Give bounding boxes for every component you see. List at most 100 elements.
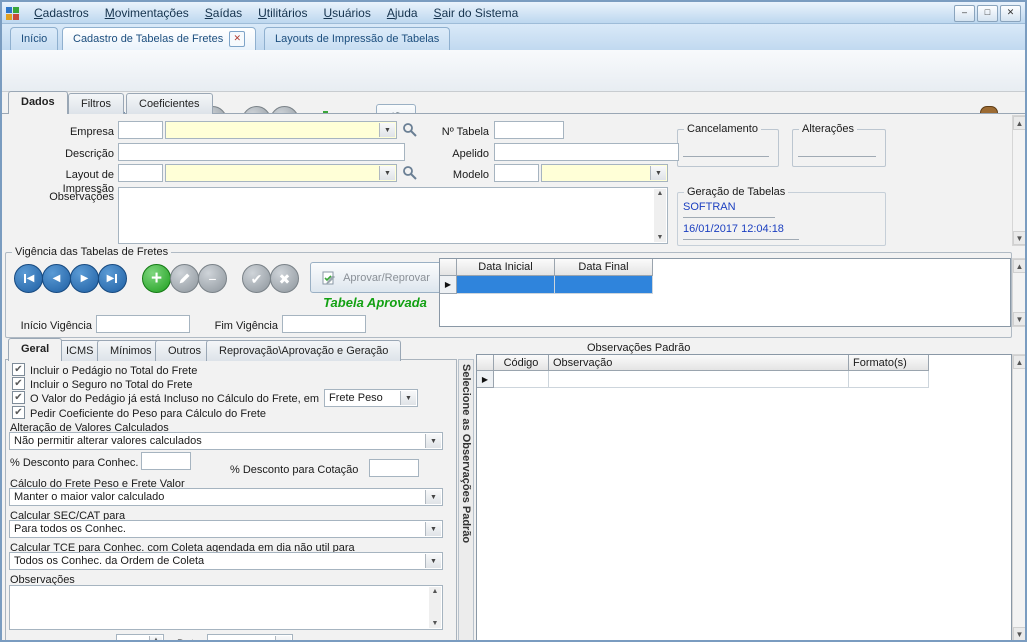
tab-reprovacao-aprovacao[interactable]: Reprovação\Aprovação e Geração bbox=[206, 340, 401, 361]
tab-cadastro-tabelas-fretes[interactable]: Cadastro de Tabelas de Fretes ✕ bbox=[62, 27, 256, 50]
layout-combo[interactable]: ▼ bbox=[165, 164, 397, 182]
descricao-field[interactable] bbox=[118, 143, 405, 161]
vigencia-last-button[interactable]: ▶ bbox=[98, 264, 127, 293]
menu-utilitarios[interactable]: Utilitários bbox=[250, 4, 315, 22]
x-icon: ✖ bbox=[279, 272, 291, 286]
vigencia-add-button[interactable]: + bbox=[142, 264, 171, 293]
scroll-down-icon[interactable]: ▼ bbox=[1013, 312, 1026, 326]
calculo-frete-combo[interactable]: Manter o maior valor calculado ▼ bbox=[9, 488, 443, 506]
inicio-vigencia-field[interactable] bbox=[96, 315, 190, 333]
empresa-code-field[interactable] bbox=[118, 121, 163, 139]
geral-observacoes-memo[interactable]: ▲ ▼ bbox=[9, 585, 443, 630]
vigencia-confirm-button[interactable]: ✔ bbox=[242, 264, 271, 293]
tab-geral[interactable]: Geral bbox=[8, 338, 62, 361]
tab-inicio[interactable]: Início bbox=[10, 27, 58, 50]
desconto-cotacao-field[interactable] bbox=[369, 459, 419, 477]
cell-codigo[interactable] bbox=[494, 371, 549, 388]
menu-saidas[interactable]: Saídas bbox=[197, 4, 250, 22]
checkbox-coeficiente-peso[interactable]: ✔ bbox=[12, 406, 25, 419]
menu-sair[interactable]: Sair do Sistema bbox=[426, 4, 527, 22]
form-scrollbar[interactable]: ▲ ▼ bbox=[1012, 115, 1027, 246]
scroll-up-icon[interactable]: ▲ bbox=[1013, 116, 1026, 130]
dropdown-icon[interactable]: ▼ bbox=[425, 554, 441, 568]
dropdown-icon[interactable]: ▼ bbox=[650, 166, 666, 180]
tab-dados[interactable]: Dados bbox=[8, 91, 68, 114]
scroll-down-icon[interactable]: ▼ bbox=[432, 620, 439, 627]
memo-scrollbar[interactable]: ▲ ▼ bbox=[654, 189, 666, 242]
ntabela-field[interactable] bbox=[494, 121, 564, 139]
empresa-combo[interactable]: ▼ bbox=[165, 121, 397, 139]
maximize-button[interactable]: □ bbox=[977, 5, 998, 22]
dropdown-icon[interactable]: ▼ bbox=[425, 522, 441, 536]
observacoes-memo[interactable]: ▲ ▼ bbox=[118, 187, 668, 244]
tab-inicio-label: Início bbox=[21, 29, 47, 50]
scroll-up-icon[interactable]: ▲ bbox=[1013, 355, 1026, 369]
dropdown-icon[interactable]: ▼ bbox=[275, 636, 291, 642]
layout-lookup-icon[interactable] bbox=[402, 165, 418, 181]
scroll-down-icon[interactable]: ▼ bbox=[1013, 231, 1026, 245]
cell-observacao[interactable] bbox=[549, 371, 849, 388]
dropdown-icon[interactable]: ▼ bbox=[379, 166, 395, 180]
col-codigo[interactable]: Código bbox=[494, 355, 549, 371]
vigencia-grid-scrollbar[interactable]: ▲ ▼ bbox=[1012, 258, 1027, 327]
vigencia-first-button[interactable]: ◀ bbox=[14, 264, 43, 293]
vigencia-delete-button[interactable]: − bbox=[198, 264, 227, 293]
tab-coeficientes[interactable]: Coeficientes bbox=[126, 93, 213, 114]
pedagio-incluso-combo[interactable]: Frete Peso ▼ bbox=[324, 389, 418, 407]
dropdown-icon[interactable]: ▼ bbox=[425, 490, 441, 504]
menu-ajuda[interactable]: Ajuda bbox=[379, 4, 426, 22]
dropdown-icon[interactable]: ▼ bbox=[425, 434, 441, 448]
vigencia-edit-button[interactable] bbox=[170, 264, 199, 293]
dropdown-icon[interactable]: ▼ bbox=[400, 391, 416, 405]
vigencia-grid[interactable]: Data Inicial Data Final ▶ bbox=[439, 258, 1011, 327]
scroll-down-icon[interactable]: ▼ bbox=[1013, 627, 1026, 641]
col-data-final[interactable]: Data Final bbox=[555, 259, 653, 276]
empresa-lookup-icon[interactable] bbox=[402, 122, 418, 138]
checkbox-seguro-total[interactable]: ✔ bbox=[12, 377, 25, 390]
layout-code-field[interactable] bbox=[118, 164, 163, 182]
aprovar-reprovar-button[interactable]: Aprovar/Reprovar bbox=[310, 262, 442, 293]
geracao-tabelas-label: Geração de Tabelas bbox=[684, 186, 788, 198]
modelo-code-field[interactable] bbox=[494, 164, 539, 182]
col-observacao[interactable]: Observação bbox=[549, 355, 849, 371]
cell-data-final[interactable] bbox=[555, 276, 653, 294]
vigencia-prev-button[interactable]: ◀ bbox=[42, 264, 71, 293]
scroll-up-icon[interactable]: ▲ bbox=[432, 588, 439, 595]
bottom-data-combo[interactable]: ▼ bbox=[207, 634, 293, 642]
fim-vigencia-field[interactable] bbox=[282, 315, 366, 333]
tab-layouts-impressao[interactable]: Layouts de Impressão de Tabelas bbox=[264, 27, 450, 50]
menu-usuarios[interactable]: Usuários bbox=[315, 4, 378, 22]
memo-scrollbar[interactable]: ▲ ▼ bbox=[429, 587, 441, 628]
col-data-inicial[interactable]: Data Inicial bbox=[457, 259, 555, 276]
vigencia-cancel-button[interactable]: ✖ bbox=[270, 264, 299, 293]
dropdown-icon[interactable]: ▼ bbox=[379, 123, 395, 137]
obs-padrao-grid[interactable]: Código Observação Formato(s) ▶ bbox=[476, 354, 1012, 642]
bottom-spin-field[interactable]: ▲▼ bbox=[116, 634, 164, 642]
obs-padrao-side-label: Selecione as Observações Padrão bbox=[458, 359, 474, 642]
spinner[interactable]: ▲▼ bbox=[149, 636, 162, 642]
menu-cadastros[interactable]: Cadastros bbox=[26, 4, 97, 22]
col-formatos[interactable]: Formato(s) bbox=[849, 355, 929, 371]
vigencia-next-button[interactable]: ▶ bbox=[70, 264, 99, 293]
minimize-button[interactable]: – bbox=[954, 5, 975, 22]
desconto-cotacao-label: % Desconto para Cotação bbox=[230, 463, 358, 477]
apelido-field[interactable] bbox=[494, 143, 679, 161]
scroll-up-icon[interactable]: ▲ bbox=[657, 190, 664, 197]
modelo-combo[interactable]: ▼ bbox=[541, 164, 668, 182]
checkbox-pedagio-incluso[interactable]: ✔ bbox=[12, 391, 25, 404]
obs-padrao-scrollbar[interactable]: ▲ ▼ bbox=[1012, 354, 1027, 642]
close-button[interactable]: ✕ bbox=[1000, 5, 1021, 22]
tab-filtros[interactable]: Filtros bbox=[68, 93, 124, 114]
desconto-conhec-field[interactable] bbox=[141, 452, 191, 470]
seccat-combo[interactable]: Para todos os Conhec. ▼ bbox=[9, 520, 443, 538]
tce-combo[interactable]: Todos os Conhec. da Ordem de Coleta ▼ bbox=[9, 552, 443, 570]
obs-padrao-title: Observações Padrão bbox=[587, 341, 690, 355]
alteracao-valores-combo[interactable]: Não permitir alterar valores calculados … bbox=[9, 432, 443, 450]
cell-data-inicial[interactable] bbox=[457, 276, 555, 294]
cell-formatos[interactable] bbox=[849, 371, 929, 388]
scroll-down-icon[interactable]: ▼ bbox=[657, 234, 664, 241]
checkbox-pedagio-total[interactable]: ✔ bbox=[12, 363, 25, 376]
menu-movimentacoes[interactable]: Movimentações bbox=[97, 4, 197, 22]
scroll-up-icon[interactable]: ▲ bbox=[1013, 259, 1026, 273]
close-tab-icon[interactable]: ✕ bbox=[229, 31, 245, 47]
